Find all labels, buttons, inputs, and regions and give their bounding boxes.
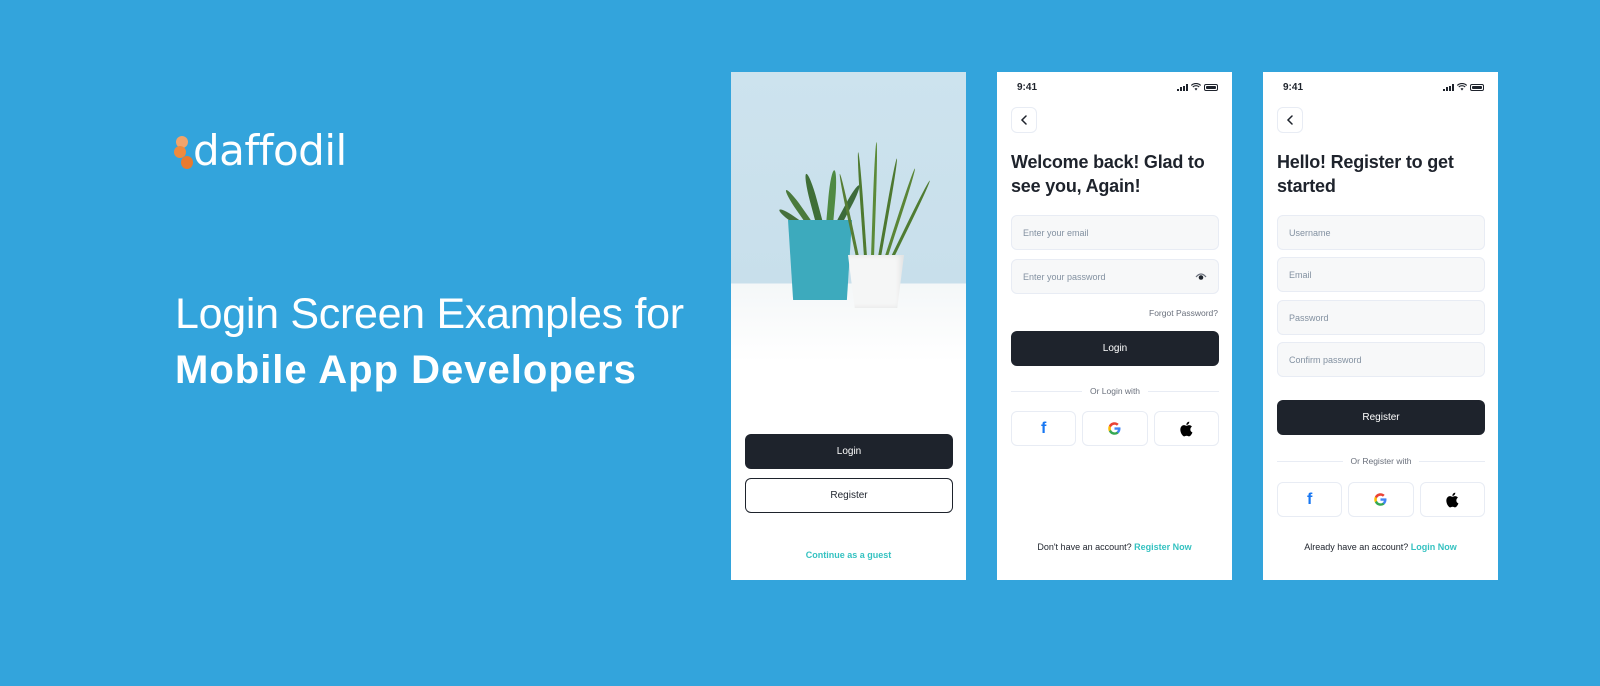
headline: Login Screen Examples for Mobile App Dev… [175, 290, 684, 402]
back-button[interactable] [1277, 107, 1303, 133]
eye-icon[interactable] [1195, 272, 1207, 281]
login-button[interactable]: Login [1011, 331, 1219, 366]
register-screen: 9:41 Hello! Register to get started User… [1263, 72, 1498, 580]
email-input[interactable]: Enter your email [1011, 215, 1219, 250]
status-bar: 9:41 [1283, 80, 1484, 94]
signal-icon [1177, 83, 1188, 91]
confirm-password-placeholder: Confirm password [1289, 354, 1362, 365]
register-prompt: Don't have an account? Register Now [997, 542, 1232, 552]
login-screen: 9:41 Welcome back! Glad to see you, Agai… [997, 72, 1232, 580]
page-title: Welcome back! Glad to see you, Again! [1011, 152, 1205, 196]
divider-label: Or Register with [1350, 456, 1412, 466]
battery-icon [1204, 83, 1218, 91]
or-login-divider: Or Login with [1011, 386, 1219, 396]
apple-icon [1446, 492, 1459, 507]
confirm-password-input[interactable]: Confirm password [1277, 342, 1485, 377]
email-input[interactable]: Email [1277, 257, 1485, 292]
footer-text: Already have an account? [1304, 542, 1409, 552]
register-now-link[interactable]: Register Now [1134, 542, 1192, 552]
wifi-icon [1191, 83, 1201, 91]
apple-register-button[interactable] [1419, 482, 1485, 517]
status-time: 9:41 [1017, 81, 1038, 93]
footer-text: Don't have an account? [1037, 542, 1132, 552]
password-input[interactable]: Password [1277, 300, 1485, 335]
social-login-row: f [1011, 411, 1219, 446]
email-placeholder: Enter your email [1023, 227, 1089, 238]
signal-icon [1443, 83, 1454, 91]
facebook-login-button[interactable]: f [1011, 411, 1077, 446]
plants-hero-image [731, 72, 966, 362]
social-register-row: f [1277, 482, 1485, 517]
apple-login-button[interactable] [1153, 411, 1219, 446]
chevron-left-icon [1286, 115, 1293, 125]
facebook-register-button[interactable]: f [1277, 482, 1343, 517]
battery-icon [1470, 83, 1484, 91]
facebook-icon: f [1307, 490, 1313, 508]
email-placeholder: Email [1289, 269, 1312, 280]
back-button[interactable] [1011, 107, 1037, 133]
status-bar: 9:41 [1017, 80, 1218, 94]
apple-icon [1180, 421, 1193, 436]
login-prompt: Already have an account? Login Now [1263, 542, 1498, 552]
welcome-screen: Login Register Continue as a guest [731, 72, 966, 580]
continue-as-guest-link[interactable]: Continue as a guest [731, 550, 966, 560]
teal-pot [788, 220, 852, 300]
headline-line-2: Mobile App Developers [175, 348, 637, 392]
facebook-icon: f [1041, 419, 1047, 437]
daffodil-logo: daffodil [174, 126, 347, 176]
forgot-password-link[interactable]: Forgot Password? [1149, 308, 1218, 318]
login-button[interactable]: Login [745, 434, 953, 469]
register-button[interactable]: Register [745, 478, 953, 513]
divider-label: Or Login with [1089, 386, 1141, 396]
daffodil-flower-icon [174, 128, 193, 174]
logo-text: daffodil [193, 126, 347, 175]
headline-line-1: Login Screen Examples for [175, 290, 684, 338]
username-input[interactable]: Username [1277, 215, 1485, 250]
white-pot [848, 255, 904, 308]
google-login-button[interactable] [1082, 411, 1148, 446]
password-placeholder: Enter your password [1023, 271, 1106, 282]
or-register-divider: Or Register with [1277, 456, 1485, 466]
google-icon [1374, 493, 1387, 506]
page-title: Hello! Register to get started [1277, 152, 1454, 196]
username-placeholder: Username [1289, 227, 1331, 238]
login-now-link[interactable]: Login Now [1411, 542, 1457, 552]
google-register-button[interactable] [1348, 482, 1414, 517]
password-input[interactable]: Enter your password [1011, 259, 1219, 294]
chevron-left-icon [1020, 115, 1027, 125]
status-time: 9:41 [1283, 81, 1304, 93]
register-button[interactable]: Register [1277, 400, 1485, 435]
wifi-icon [1457, 83, 1467, 91]
password-placeholder: Password [1289, 312, 1329, 323]
google-icon [1108, 422, 1121, 435]
